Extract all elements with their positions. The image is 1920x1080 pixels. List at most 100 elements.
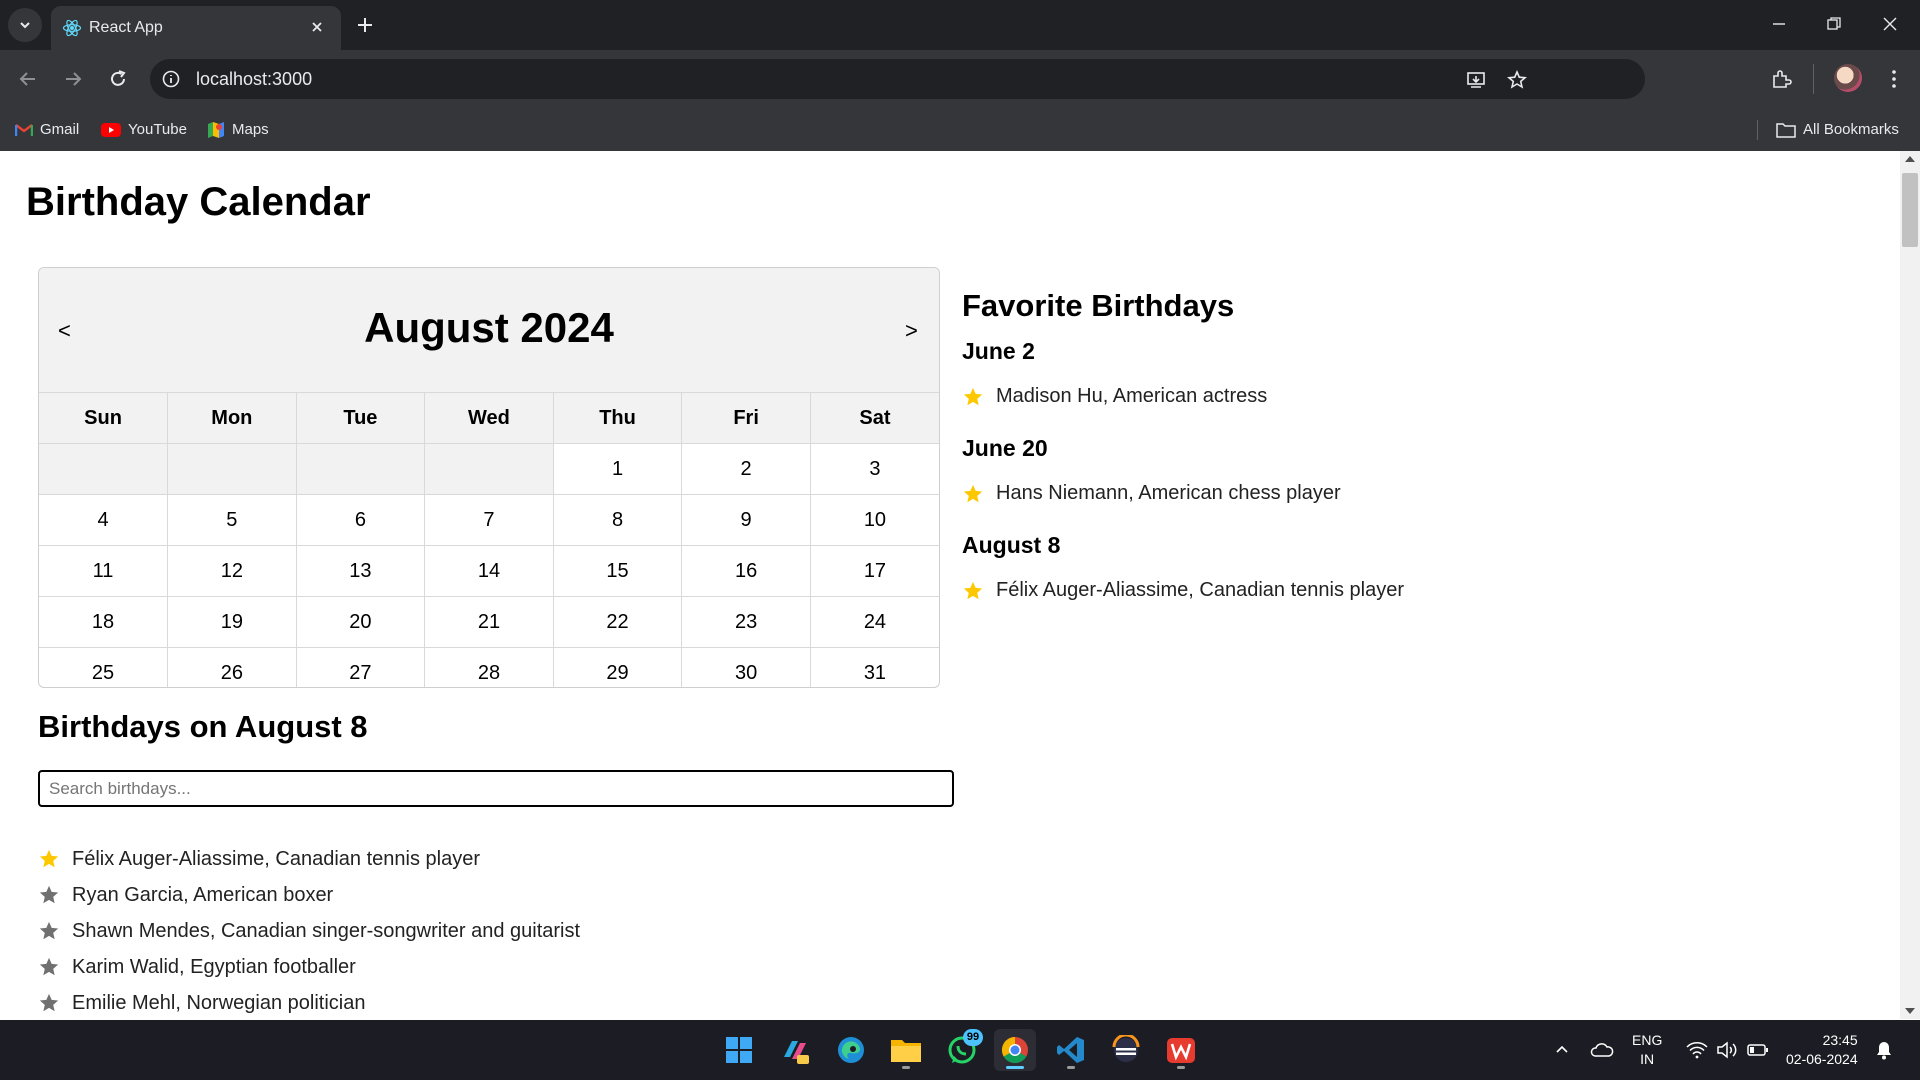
youtube-icon bbox=[101, 122, 121, 137]
weekday-header: Wed bbox=[424, 392, 554, 444]
tray-volume[interactable] bbox=[1716, 1020, 1738, 1080]
scroll-up-arrow[interactable] bbox=[1905, 156, 1915, 162]
birthday-text: Ryan Garcia, American boxer bbox=[72, 883, 334, 906]
bookmark-maps[interactable]: Maps bbox=[207, 108, 269, 151]
calendar-day[interactable]: 26 bbox=[167, 647, 297, 687]
tray-wifi[interactable] bbox=[1686, 1020, 1708, 1080]
page-scrollbar[interactable] bbox=[1900, 151, 1920, 1019]
tray-onedrive[interactable] bbox=[1590, 1020, 1614, 1080]
more-menu-icon[interactable] bbox=[1882, 67, 1906, 91]
calendar-day[interactable]: 1 bbox=[552, 443, 683, 495]
star-icon[interactable] bbox=[38, 884, 60, 906]
calendar-day[interactable]: 14 bbox=[424, 545, 554, 597]
calendar-day[interactable]: 20 bbox=[295, 596, 426, 648]
taskbar-wps-office[interactable] bbox=[1160, 1029, 1202, 1071]
browser-tab-active[interactable]: React App bbox=[51, 6, 341, 50]
tray-clock[interactable]: 23:45 02-06-2024 bbox=[1786, 1020, 1858, 1080]
calendar-day[interactable]: 16 bbox=[681, 545, 811, 597]
calendar-day[interactable]: 12 bbox=[167, 545, 297, 597]
back-icon[interactable] bbox=[16, 67, 40, 91]
chrome-icon bbox=[1001, 1036, 1028, 1064]
bookmark-youtube[interactable]: YouTube bbox=[101, 108, 187, 151]
start-button[interactable] bbox=[718, 1029, 760, 1071]
profile-avatar[interactable] bbox=[1834, 64, 1862, 92]
calendar-day[interactable]: 15 bbox=[552, 545, 683, 597]
tray-show-hidden[interactable] bbox=[1553, 1020, 1571, 1080]
all-bookmarks-button[interactable]: All Bookmarks bbox=[1776, 108, 1899, 151]
calendar-day[interactable]: 21 bbox=[424, 596, 554, 648]
tray-battery[interactable] bbox=[1747, 1020, 1769, 1080]
tray-notifications[interactable] bbox=[1874, 1020, 1894, 1080]
language-region: IN bbox=[1640, 1051, 1655, 1067]
calendar-day[interactable]: 3 bbox=[809, 443, 939, 495]
bookmark-label: Maps bbox=[232, 121, 269, 138]
calendar-day[interactable]: 10 bbox=[809, 494, 939, 546]
calendar-day[interactable]: 23 bbox=[681, 596, 811, 648]
calendar-day[interactable]: 18 bbox=[39, 596, 169, 648]
calendar-day[interactable]: 13 bbox=[295, 545, 426, 597]
calendar-day[interactable]: 27 bbox=[295, 647, 426, 687]
new-tab-icon[interactable] bbox=[352, 12, 378, 38]
app-icon bbox=[1112, 1035, 1140, 1062]
star-filled-icon[interactable] bbox=[962, 483, 984, 505]
forward-icon[interactable] bbox=[61, 67, 85, 91]
reload-icon[interactable] bbox=[106, 67, 130, 91]
taskbar-app[interactable] bbox=[1105, 1029, 1147, 1071]
calendar-empty-cell bbox=[39, 443, 169, 495]
wifi-icon bbox=[1686, 1042, 1708, 1059]
calendar-day[interactable]: 4 bbox=[39, 494, 169, 546]
calendar-day[interactable]: 24 bbox=[809, 596, 939, 648]
close-tab-icon[interactable] bbox=[308, 18, 326, 36]
taskbar-chrome[interactable] bbox=[994, 1029, 1036, 1071]
calendar-day[interactable]: 22 bbox=[552, 596, 683, 648]
calendar-day[interactable]: 17 bbox=[809, 545, 939, 597]
birthday-list-item: Shawn Mendes, Canadian singer-songwriter… bbox=[38, 913, 580, 949]
file-explorer-icon bbox=[891, 1040, 921, 1062]
calendar-day[interactable]: 28 bbox=[424, 647, 554, 687]
site-info-icon[interactable] bbox=[162, 70, 180, 88]
install-app-icon[interactable] bbox=[1465, 69, 1487, 91]
taskbar-vscode[interactable] bbox=[1050, 1029, 1092, 1071]
calendar-day[interactable]: 2 bbox=[681, 443, 811, 495]
calendar-day[interactable]: 9 bbox=[681, 494, 811, 546]
extensions-icon[interactable] bbox=[1769, 67, 1793, 91]
favorite-item: Madison Hu, American actress bbox=[962, 385, 1267, 408]
close-window-icon[interactable] bbox=[1878, 12, 1902, 36]
calendar-day[interactable]: 29 bbox=[552, 647, 683, 687]
star-icon[interactable] bbox=[38, 992, 60, 1014]
bell-icon bbox=[1877, 1042, 1891, 1060]
search-input[interactable] bbox=[38, 770, 954, 807]
star-icon[interactable] bbox=[38, 956, 60, 978]
tray-language[interactable]: ENG IN bbox=[1632, 1020, 1662, 1080]
favorite-item: Félix Auger-Aliassime, Canadian tennis p… bbox=[962, 579, 1404, 602]
calendar-day[interactable]: 19 bbox=[167, 596, 297, 648]
calendar-day[interactable]: 7 bbox=[424, 494, 554, 546]
tab-search-button[interactable] bbox=[8, 8, 42, 42]
next-month-button[interactable]: > bbox=[905, 318, 918, 344]
weekday-header: Tue bbox=[295, 392, 426, 444]
bookmark-gmail[interactable]: Gmail bbox=[15, 108, 79, 151]
scroll-down-arrow[interactable] bbox=[1905, 1008, 1915, 1014]
calendar-day[interactable]: 25 bbox=[39, 647, 169, 687]
calendar-day[interactable]: 6 bbox=[295, 494, 426, 546]
calendar-day[interactable]: 30 bbox=[681, 647, 811, 687]
calendar-day[interactable]: 11 bbox=[39, 545, 169, 597]
taskbar-file-explorer[interactable] bbox=[885, 1029, 927, 1071]
taskbar-whatsapp[interactable]: 99 bbox=[941, 1029, 983, 1071]
star-filled-icon[interactable] bbox=[962, 580, 984, 602]
restore-icon[interactable] bbox=[1822, 12, 1846, 36]
minimize-icon[interactable] bbox=[1767, 12, 1791, 36]
star-filled-icon[interactable] bbox=[38, 848, 60, 870]
weekday-header: Mon bbox=[167, 392, 297, 444]
star-icon[interactable] bbox=[38, 920, 60, 942]
onedrive-icon bbox=[1590, 1043, 1614, 1057]
calendar-day[interactable]: 31 bbox=[809, 647, 939, 687]
star-filled-icon[interactable] bbox=[962, 386, 984, 408]
calendar-day[interactable]: 5 bbox=[167, 494, 297, 546]
address-bar[interactable]: localhost:3000 bbox=[150, 59, 1645, 99]
taskbar-edge[interactable] bbox=[830, 1029, 872, 1071]
bookmark-star-icon[interactable] bbox=[1506, 69, 1528, 91]
taskbar-copilot[interactable] bbox=[774, 1029, 816, 1071]
scrollbar-thumb[interactable] bbox=[1902, 173, 1918, 247]
calendar-day[interactable]: 8 bbox=[552, 494, 683, 546]
